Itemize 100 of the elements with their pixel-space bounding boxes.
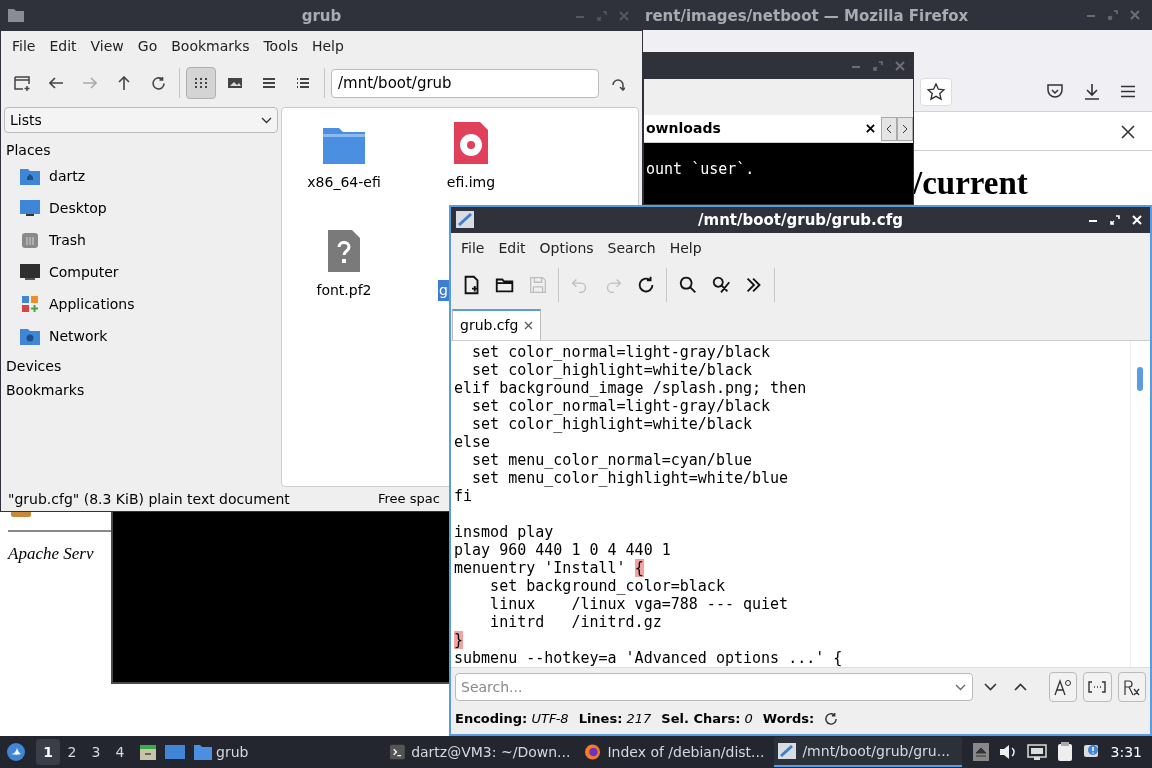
monitor-icon: [20, 199, 40, 217]
clipboard-icon[interactable]: [1056, 742, 1073, 762]
scroll-left-button[interactable]: [881, 117, 897, 141]
up-icon: [118, 76, 130, 90]
menu-item[interactable]: Options: [532, 238, 601, 259]
window-title: grub: [301, 5, 342, 27]
pocket-icon[interactable]: [1047, 84, 1063, 99]
sidebar-item[interactable]: Desktop: [4, 192, 278, 224]
match-case-icon: [1053, 677, 1072, 696]
home-folder-icon: [20, 167, 40, 185]
scroll-right-button[interactable]: [897, 117, 913, 141]
code-line: linux /linux vga=788 --- quiet: [489, 595, 790, 613]
bookmark-button[interactable]: [920, 78, 952, 106]
reload-icon: [150, 75, 166, 91]
sidebar-item[interactable]: Computer: [4, 256, 278, 288]
workspace-button[interactable]: 1: [36, 739, 60, 765]
menu-item[interactable]: Edit: [491, 238, 533, 259]
sidebar-item[interactable]: Network: [4, 320, 278, 352]
menu-item[interactable]: View: [83, 35, 131, 57]
search-option-button[interactable]: [1083, 671, 1112, 702]
taskbar-button[interactable]: grub: [192, 741, 251, 763]
menu-item[interactable]: Help: [304, 35, 351, 57]
start-menu-icon[interactable]: [6, 742, 26, 762]
close-icon[interactable]: [1121, 125, 1135, 139]
star-icon: [927, 83, 945, 101]
path-field[interactable]: /mnt/boot/grub: [331, 68, 599, 98]
chevron-up-icon: [1014, 682, 1028, 691]
menu-icon[interactable]: [1121, 85, 1135, 98]
status-text: Encoding: UTF-8: [455, 710, 569, 729]
sidebar-item[interactable]: Trash: [4, 224, 278, 256]
new-tab-icon: [14, 75, 30, 91]
forward-icon: [83, 77, 97, 89]
network-folder-icon: [20, 327, 40, 345]
download-icon[interactable]: [1084, 83, 1100, 100]
menu-item[interactable]: File: [454, 238, 492, 259]
sidebar-item[interactable]: Applications: [4, 288, 278, 320]
workspace-button[interactable]: 3: [84, 739, 108, 765]
monitor-icon[interactable]: [164, 743, 186, 761]
scroll-thumb[interactable]: [1137, 367, 1143, 391]
search-option-button[interactable]: [1117, 671, 1146, 702]
code-line: fi: [454, 487, 474, 505]
section-header[interactable]: Bookmarks: [4, 380, 278, 400]
status-text: Lines: 217: [578, 710, 652, 729]
search-field[interactable]: Search...: [455, 672, 973, 701]
back-icon: [49, 77, 63, 89]
workspace-button[interactable]: 4: [108, 739, 132, 765]
tab[interactable]: ownloads: [644, 115, 881, 143]
file-cabinet-icon[interactable]: [138, 742, 158, 762]
code-line: else: [454, 433, 492, 451]
file-name[interactable]: x86_64-efi: [305, 172, 383, 193]
file-name[interactable]: g: [438, 280, 449, 301]
section-header[interactable]: Places: [4, 140, 278, 160]
dropdown[interactable]: Lists: [4, 107, 278, 133]
code-line: set color_normal=light-gray/black: [471, 397, 772, 415]
code-line: set background_color=black: [489, 577, 726, 595]
chevron-down-icon[interactable]: [955, 683, 966, 691]
window-title: rent/images/netboot — Mozilla Firefox: [645, 6, 969, 27]
clock: 3:31: [1110, 742, 1142, 762]
search-option-button[interactable]: [1048, 671, 1077, 702]
taskbar-button[interactable]: /mnt/boot/grub/gru...: [774, 737, 963, 767]
code-line: set menu_color_normal=cyan/blue: [471, 451, 753, 469]
volume-icon[interactable]: [998, 744, 1017, 760]
window-title: /mnt/boot/grub/grub.cfg: [698, 209, 903, 231]
menu-item[interactable]: Tools: [256, 35, 305, 57]
network-icon[interactable]: [1026, 744, 1047, 760]
menu-item[interactable]: File: [5, 35, 43, 57]
picture-view-icon: [227, 76, 243, 90]
menu-item[interactable]: Edit: [42, 35, 84, 57]
trash-icon: [20, 231, 40, 249]
taskbar-button[interactable]: dartz@VM3: ~/Down...: [386, 737, 575, 767]
page-heading: /current: [913, 164, 1028, 203]
text-editor-icon: [456, 211, 474, 228]
sidebar-item[interactable]: dartz: [4, 160, 278, 192]
list-view-icon: [262, 76, 276, 90]
whole-word-icon: [1088, 679, 1107, 694]
refresh-icon[interactable]: [824, 712, 839, 726]
menu-item[interactable]: Bookmarks: [164, 35, 257, 57]
tab[interactable]: grub.cfg: [452, 309, 542, 340]
eject-icon[interactable]: [972, 743, 989, 761]
taskbar-button[interactable]: Index of /debian/dist...: [580, 737, 769, 767]
view-button[interactable]: [186, 67, 216, 99]
chevron-down-icon: [984, 682, 998, 691]
text-editor-icon: [778, 743, 797, 759]
footer-text: Apache Serv: [8, 543, 94, 565]
disc-image-icon: [454, 122, 488, 164]
workspace-button[interactable]: 2: [60, 739, 84, 765]
close-tab-icon[interactable]: [866, 124, 875, 133]
computer-icon: [20, 263, 40, 281]
code-line: initrd /initrd.gz: [489, 613, 663, 631]
chevron-down-icon: [261, 116, 272, 124]
menu-item[interactable]: Go: [130, 35, 165, 57]
browser-icon: [584, 743, 602, 761]
file-name[interactable]: efi.img: [444, 172, 498, 193]
code-line: set color_highlight=white/black: [471, 361, 753, 379]
section-header[interactable]: Devices: [4, 356, 278, 376]
code-line: insmod play: [454, 523, 555, 541]
file-name[interactable]: font.pf2: [314, 280, 374, 301]
menu-item[interactable]: Search: [600, 238, 663, 259]
status-text: Words:: [762, 710, 815, 729]
menu-item[interactable]: Help: [662, 238, 709, 259]
